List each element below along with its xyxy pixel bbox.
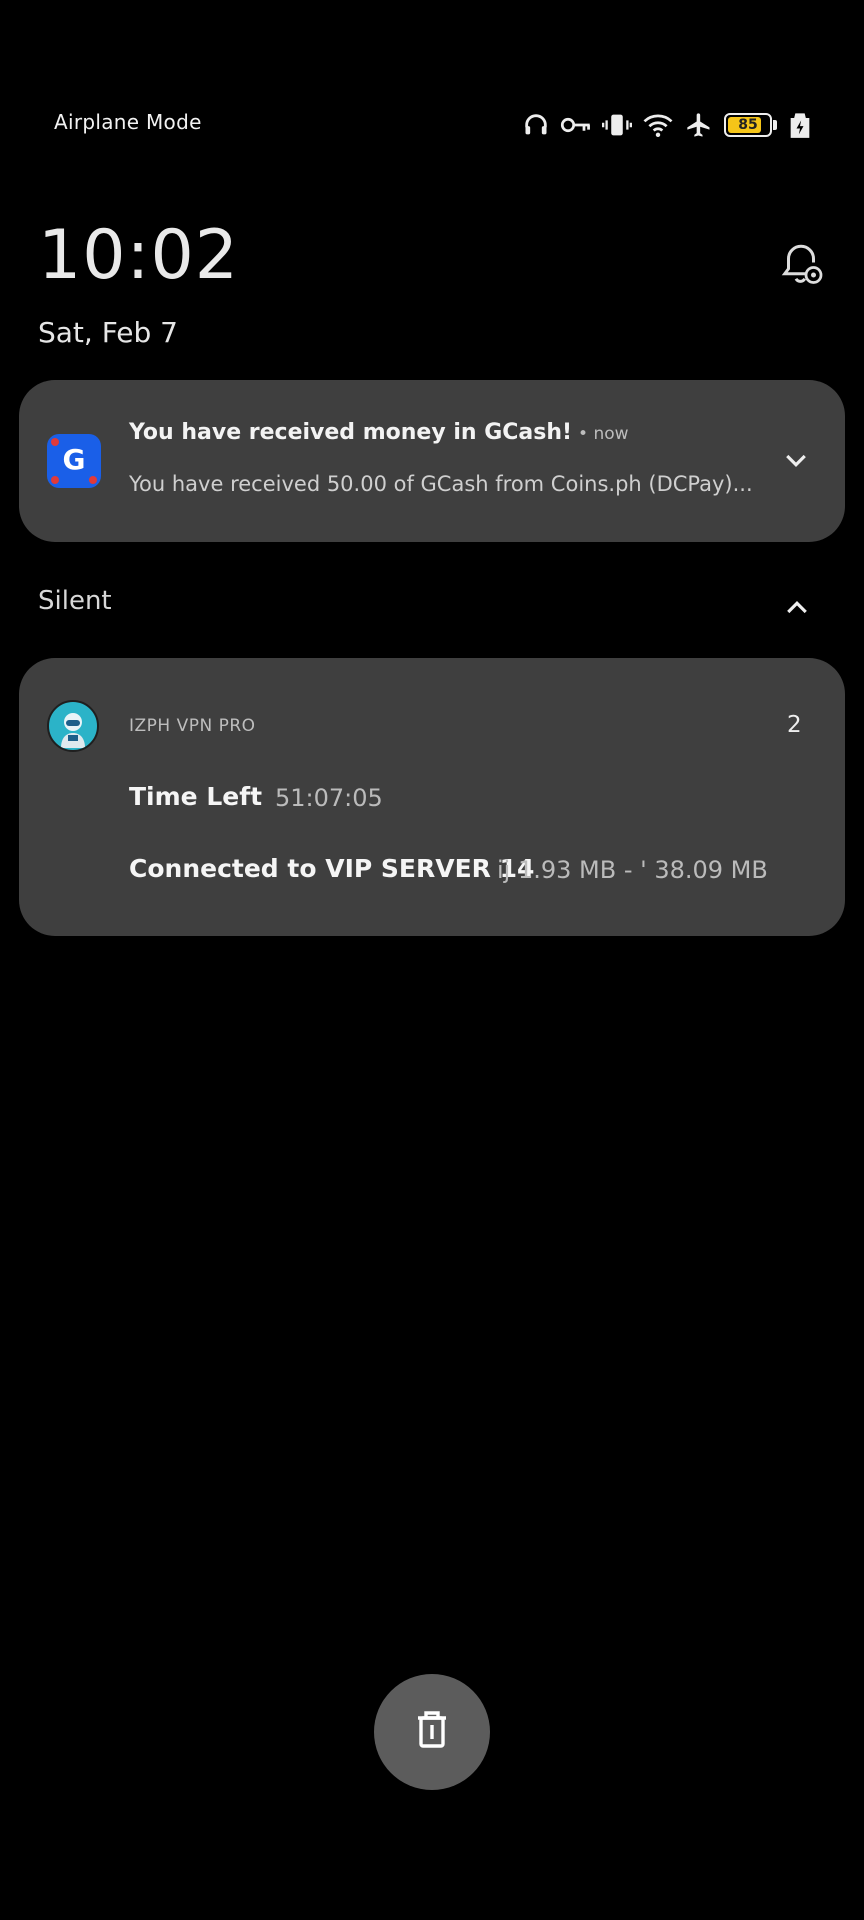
- gcash-notification[interactable]: G You have received money in GCash! • now…: [19, 380, 845, 542]
- time-left-value: 51:07:05: [275, 784, 383, 812]
- wifi-icon: [642, 111, 674, 139]
- status-bar-mode-label: Airplane Mode: [54, 110, 202, 134]
- notification-text: You have received 50.00 of GCash from Co…: [129, 472, 753, 496]
- silent-section-label: Silent: [38, 586, 112, 616]
- vpn-notification[interactable]: IZPH VPN PRO 2 Time Left 51:07:05 Connec…: [19, 658, 845, 936]
- vpn-app-icon: [47, 700, 99, 752]
- notification-count: 2: [787, 712, 802, 738]
- lockscreen-clock: 10:02: [38, 216, 239, 295]
- notification-title: You have received money in GCash! • now: [129, 420, 629, 445]
- vpn-data-usage: ij 1.93 MB - ' 38.09 MB: [497, 856, 768, 884]
- charging-icon: [787, 111, 813, 139]
- battery-percent: 85: [738, 117, 758, 133]
- airplane-icon: [684, 111, 714, 139]
- gcash-app-icon: G: [47, 434, 101, 488]
- clear-all-button[interactable]: [374, 1674, 490, 1790]
- notification-app-name: IZPH VPN PRO: [129, 716, 256, 736]
- status-bar-icons: 85: [522, 108, 813, 142]
- notification-time: • now: [578, 424, 629, 444]
- trash-icon: [410, 1706, 454, 1758]
- battery-icon: 85: [724, 113, 772, 137]
- chevron-down-icon[interactable]: [781, 446, 811, 480]
- vibrate-icon: [602, 111, 632, 139]
- notification-settings-icon[interactable]: [776, 240, 826, 294]
- lockscreen-date: Sat, Feb 7: [38, 316, 178, 349]
- chevron-up-icon[interactable]: [782, 592, 812, 626]
- headphones-icon: [522, 111, 550, 139]
- key-icon: [560, 111, 592, 139]
- vpn-connection-status: Connected to VIP SERVER 14: [129, 854, 535, 883]
- time-left-label: Time Left: [129, 782, 263, 811]
